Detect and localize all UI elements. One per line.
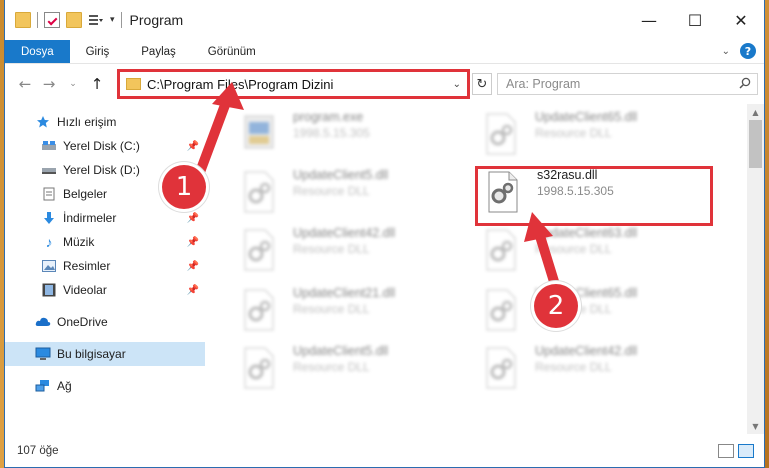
annotation-arrows (195, 82, 561, 293)
step-badge-1: 1 (162, 165, 206, 209)
arrow-1-icon (195, 82, 244, 177)
arrow-2-icon (524, 212, 561, 293)
step-badge-2: 2 (534, 284, 578, 328)
